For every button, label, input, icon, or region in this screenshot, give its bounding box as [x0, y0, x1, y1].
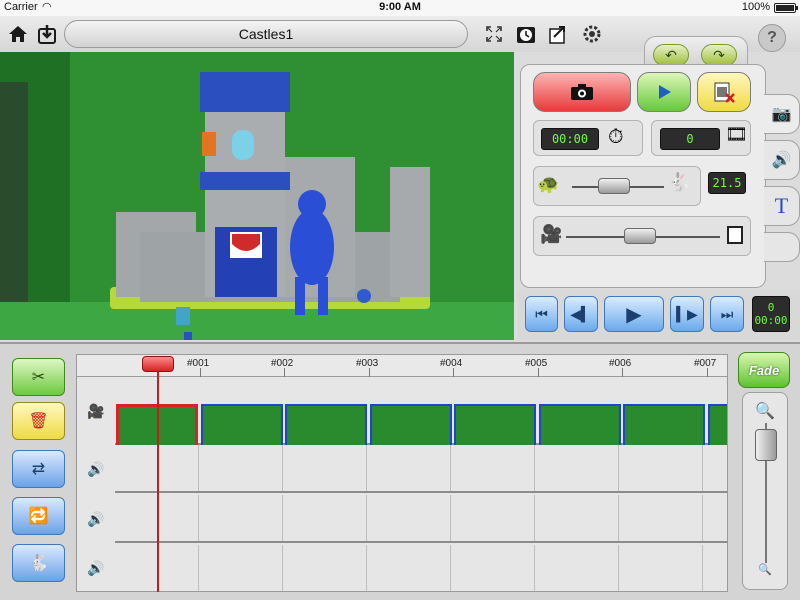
- video-track-icon: 🎥: [87, 402, 105, 419]
- audio-track-3-icon: 🔊: [87, 559, 105, 576]
- film-frames-icon: 🎞: [725, 124, 748, 144]
- ruler-tick: [707, 368, 708, 377]
- stopwatch-icon[interactable]: ⏱: [608, 126, 624, 149]
- camera-tab-icon: 📷: [771, 106, 792, 123]
- speed-slider-knob[interactable]: [598, 178, 630, 194]
- ruler-tick: [538, 368, 539, 377]
- delete-frame-button[interactable]: [697, 72, 751, 112]
- ruler-tick: [284, 368, 285, 377]
- play-button[interactable]: ▶: [604, 296, 664, 332]
- castle-scene-image: [0, 52, 514, 340]
- zoom-slider-knob[interactable]: [755, 429, 777, 461]
- fullscreen-icon[interactable]: [480, 20, 508, 48]
- delete-frame-icon: [714, 82, 735, 103]
- rabbit-speed-icon: 🐇: [28, 555, 49, 572]
- camera-icon: [571, 84, 593, 100]
- export-icon[interactable]: [545, 20, 573, 48]
- timeline-zoom-control: 🔍 🔍: [742, 392, 788, 590]
- tab-more[interactable]: [764, 232, 800, 262]
- status-bar: Carrier ◠ 9:00 AM 100%: [0, 0, 800, 16]
- fade-button[interactable]: Fade: [738, 352, 790, 388]
- ruler-marker: #006: [609, 358, 632, 369]
- speed-ramp-button[interactable]: 🐇: [12, 544, 65, 582]
- battery-percent: 100%: [741, 1, 770, 13]
- playback-frame: 0: [767, 301, 775, 314]
- ruler-tick: [622, 368, 623, 377]
- skip-back-icon: ⏮: [535, 305, 548, 322]
- audio-track-3[interactable]: [115, 545, 727, 591]
- app-window: Carrier ◠ 9:00 AM 100% Castles1 ↶ ↷ ? 📷 …: [0, 0, 800, 600]
- audio-track-1-icon: 🔊: [87, 460, 105, 477]
- ruler-marker: #003: [356, 358, 379, 369]
- speaker-tab-icon: 🔊: [771, 152, 792, 169]
- go-to-start-button[interactable]: ⏮: [525, 296, 558, 332]
- zoom-out-icon[interactable]: 🔍: [758, 563, 772, 576]
- frame-count: 0: [660, 128, 720, 150]
- timeline-ruler[interactable]: #001 #002 #003 #004 #005 #006 #007: [77, 355, 727, 377]
- play-preview-button[interactable]: [637, 72, 691, 112]
- ruler-marker: #007: [694, 358, 717, 369]
- timer-display: 00:00: [541, 128, 599, 150]
- playback-time: 00:00: [754, 314, 788, 327]
- loop-icon: 🔁: [28, 508, 49, 525]
- text-tab-icon: T: [774, 193, 789, 218]
- step-forward-button[interactable]: ▍▶: [670, 296, 704, 332]
- audio-track-2[interactable]: [115, 495, 727, 543]
- loop-button[interactable]: 🔁: [12, 497, 65, 535]
- play-icon-large: ▶: [626, 303, 642, 326]
- home-icon[interactable]: [4, 20, 32, 48]
- onion-skin-slider-knob[interactable]: [624, 228, 656, 244]
- ruler-marker: #005: [525, 358, 548, 369]
- go-to-end-button[interactable]: ⏭: [710, 296, 744, 332]
- playback-counter: 0 00:00: [752, 296, 790, 332]
- redo-button[interactable]: ↷: [701, 44, 737, 66]
- clock: 9:00 AM: [379, 1, 421, 13]
- settings-gear-icon[interactable]: [578, 20, 606, 48]
- frame-outline-icon: [727, 226, 743, 244]
- ruler-tick: [369, 368, 370, 377]
- skip-forward-icon: ⏭: [720, 305, 734, 322]
- undo-button[interactable]: ↶: [653, 44, 689, 66]
- battery-icon: [774, 3, 798, 13]
- camera-preview[interactable]: [0, 52, 514, 340]
- insert-button[interactable]: ⇄: [12, 450, 65, 488]
- play-icon: [659, 85, 671, 99]
- zoom-in-icon[interactable]: 🔍: [755, 401, 775, 421]
- timeline-grid[interactable]: #001 #002 #003 #004 #005 #006 #007 🎥 🔊 🔊…: [76, 354, 728, 592]
- tab-text[interactable]: T: [764, 186, 800, 226]
- playhead-line: [157, 362, 159, 592]
- save-to-device-icon[interactable]: [33, 20, 61, 48]
- step-back-icon: ◀▍: [570, 305, 592, 322]
- ruler-tick: [453, 368, 454, 377]
- turtle-icon: 🐢: [537, 174, 560, 194]
- tab-audio[interactable]: 🔊: [764, 140, 800, 180]
- capture-button[interactable]: [533, 72, 631, 112]
- scissors-icon: ✂: [31, 369, 46, 386]
- timelapse-icon[interactable]: [512, 20, 540, 48]
- delete-button[interactable]: 🗑: [12, 402, 65, 440]
- project-title[interactable]: Castles1: [64, 20, 468, 48]
- ruler-marker: #002: [271, 358, 294, 369]
- playhead-handle[interactable]: [142, 356, 174, 372]
- speed-value: 21.5: [708, 172, 746, 194]
- audio-track-2-icon: 🔊: [87, 510, 105, 527]
- step-back-button[interactable]: ◀▍: [564, 296, 598, 332]
- ruler-tick: [200, 368, 201, 377]
- rabbit-icon: 🐇: [668, 172, 691, 192]
- ruler-marker: #001: [187, 358, 210, 369]
- video-track[interactable]: [115, 377, 727, 462]
- trash-delete-icon: 🗑: [28, 413, 49, 430]
- help-icon[interactable]: ?: [758, 24, 786, 52]
- movie-camera-icon: 🎥: [540, 224, 563, 244]
- tab-camera[interactable]: 📷: [764, 94, 800, 134]
- ruler-marker: #004: [440, 358, 463, 369]
- step-forward-icon: ▍▶: [676, 305, 698, 322]
- cut-button[interactable]: ✂: [12, 358, 65, 396]
- insert-arrows-icon: ⇄: [31, 461, 46, 478]
- audio-track-1[interactable]: [115, 445, 727, 493]
